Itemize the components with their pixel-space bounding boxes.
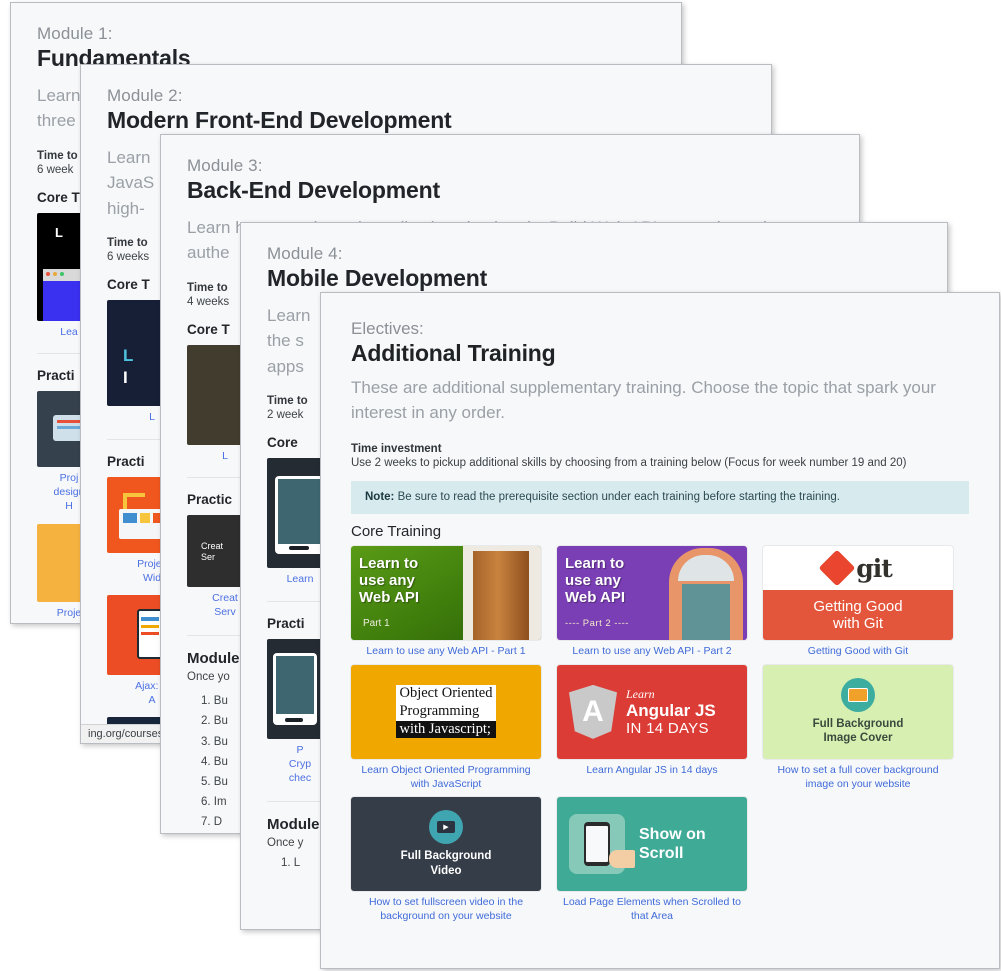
module-2-title: Modern Front-End Development <box>107 107 452 134</box>
full-video-art-text: Full Background Video <box>401 849 492 878</box>
arched-door-icon <box>669 548 743 641</box>
note-text: Be sure to read the prerequisite section… <box>397 491 840 504</box>
oop-caption[interactable]: Learn Object Oriented Programming with J… <box>351 764 541 791</box>
git-wordmark: git <box>856 553 893 583</box>
tile-art-text: Learn to use any Web API <box>359 555 420 606</box>
art-line-1: Getting Good <box>813 597 903 615</box>
training-tile-full-background-video[interactable]: ▶ Full Background Video How to set fulls… <box>351 797 541 923</box>
play-circle-icon: ▶ <box>429 810 463 845</box>
training-tile-angular[interactable]: A Learn Angular JS IN 14 DAYS Learn Angu… <box>557 664 747 791</box>
art-line-3: Web API <box>359 588 420 606</box>
module-3-kicker: Module 3: <box>187 156 263 175</box>
angular-caption[interactable]: Learn Angular JS in 14 days <box>557 764 747 778</box>
git-logo: git <box>763 546 953 590</box>
art-line-1: Learn to <box>359 555 419 573</box>
laptop-screen-icon <box>848 687 868 702</box>
art-line-2: with Git <box>832 615 883 633</box>
time-investment-label: Time investment <box>351 443 442 456</box>
core-training-heading: Core Training <box>351 523 442 541</box>
web-api-part-2-thumbnail[interactable]: Learn to use any Web API ---- Part 2 ---… <box>557 546 747 641</box>
web-api-part-2-caption[interactable]: Learn to use any Web API - Part 2 <box>557 645 747 659</box>
phone-tap-icon <box>569 814 635 875</box>
training-tile-grid: Learn to use any Web API Part 1 Learn to… <box>351 546 969 923</box>
hand-icon <box>609 850 635 869</box>
laptop-icon <box>841 677 875 712</box>
art-line-1: Full Background <box>400 850 492 863</box>
git-diamond-icon <box>818 549 856 587</box>
art-line-2: Programming <box>396 703 496 721</box>
web-api-part-1-caption[interactable]: Learn to use any Web API - Part 1 <box>351 645 541 659</box>
play-icon: ▶ <box>437 821 455 834</box>
phone-screen-icon <box>586 826 608 863</box>
art-line-2: IN 14 DAYS <box>626 719 709 737</box>
full-bg-art-text: Full Background Image Cover <box>813 717 904 746</box>
art-line-2: use any <box>565 572 621 590</box>
note-prefix: Note: <box>365 491 395 504</box>
web-api-part-1-thumbnail[interactable]: Learn to use any Web API Part 1 <box>351 546 541 641</box>
git-caption[interactable]: Getting Good with Git <box>763 645 953 659</box>
angular-shield-icon: A <box>569 684 617 739</box>
art-line-1: Show on <box>639 825 706 843</box>
training-tile-full-background-image[interactable]: Full Background Image Cover How to set a… <box>763 664 953 791</box>
time-investment-value: Use 2 weeks to pickup additional skills … <box>351 457 907 470</box>
training-tile-oop-javascript[interactable]: Object Oriented Programming with Javascr… <box>351 664 541 791</box>
electives-kicker: Electives: <box>351 319 424 338</box>
git-thumbnail[interactable]: git Getting Good with Git <box>763 546 953 641</box>
art-line-2: Image Cover <box>823 732 893 745</box>
oop-thumbnail[interactable]: Object Oriented Programming with Javascr… <box>351 664 541 759</box>
art-subtitle: ---- Part 2 ---- <box>565 618 629 630</box>
art-line-3: Web API <box>565 588 626 606</box>
oop-art-text: Object Oriented Programming with Javascr… <box>396 685 496 739</box>
electives-card[interactable]: Electives: Additional Training These are… <box>320 292 1000 969</box>
module-3-title: Back-End Development <box>187 177 440 204</box>
show-on-scroll-caption[interactable]: Load Page Elements when Scrolled to that… <box>557 896 747 923</box>
show-on-scroll-thumbnail[interactable]: Show on Scroll <box>557 797 747 892</box>
training-tile-web-api-part-2[interactable]: Learn to use any Web API ---- Part 2 ---… <box>557 546 747 659</box>
full-background-image-caption[interactable]: How to set a full cover background image… <box>763 764 953 791</box>
full-background-video-caption[interactable]: How to set fullscreen video in the backg… <box>351 896 541 923</box>
module-1-kicker: Module 1: <box>37 24 113 43</box>
module-3-practice-thumb-inner-text: Creat Ser <box>201 541 224 563</box>
electives-title: Additional Training <box>351 340 556 366</box>
art-line-1: Object Oriented <box>396 685 496 704</box>
screenshot-stage: Module 1: Fundamentals Learn three Time … <box>0 0 1001 971</box>
angular-art-text: Learn Angular JS IN 14 DAYS <box>626 687 716 737</box>
module-4-kicker: Module 4: <box>267 244 343 263</box>
art-line-1: Learn to <box>565 555 625 573</box>
door-icon <box>463 546 541 641</box>
module-2-kicker: Module 2: <box>107 86 183 105</box>
phone-icon <box>584 822 610 867</box>
training-tile-web-api-part-1[interactable]: Learn to use any Web API Part 1 Learn to… <box>351 546 541 659</box>
git-art-text: Getting Good with Git <box>763 590 953 641</box>
art-line-3: with Javascript; <box>396 720 496 739</box>
angular-thumbnail[interactable]: A Learn Angular JS IN 14 DAYS <box>557 664 747 759</box>
art-learn: Learn <box>626 686 655 701</box>
art-line-2: use any <box>359 572 415 590</box>
art-line-1: Full Background <box>812 717 904 730</box>
scroll-art-text: Show on Scroll <box>639 825 706 863</box>
training-tile-show-on-scroll[interactable]: Show on Scroll Load Page Elements when S… <box>557 797 747 923</box>
art-line-1: Angular JS <box>626 700 716 720</box>
tile-art-text: Learn to use any Web API <box>565 555 626 606</box>
full-background-video-thumbnail[interactable]: ▶ Full Background Video <box>351 797 541 892</box>
training-tile-git[interactable]: git Getting Good with Git Getting Good w… <box>763 546 953 659</box>
full-background-image-thumbnail[interactable]: Full Background Image Cover <box>763 664 953 759</box>
art-line-2: Scroll <box>639 845 684 863</box>
art-subtitle: Part 1 <box>363 618 390 630</box>
note-banner: Note: Be sure to read the prerequisite s… <box>351 481 969 515</box>
browser-status-url: ing.org/courses <box>81 724 172 743</box>
art-line-2: Video <box>430 864 462 877</box>
electives-description: These are additional supplementary train… <box>351 378 936 422</box>
module-4-title: Mobile Development <box>267 265 488 292</box>
